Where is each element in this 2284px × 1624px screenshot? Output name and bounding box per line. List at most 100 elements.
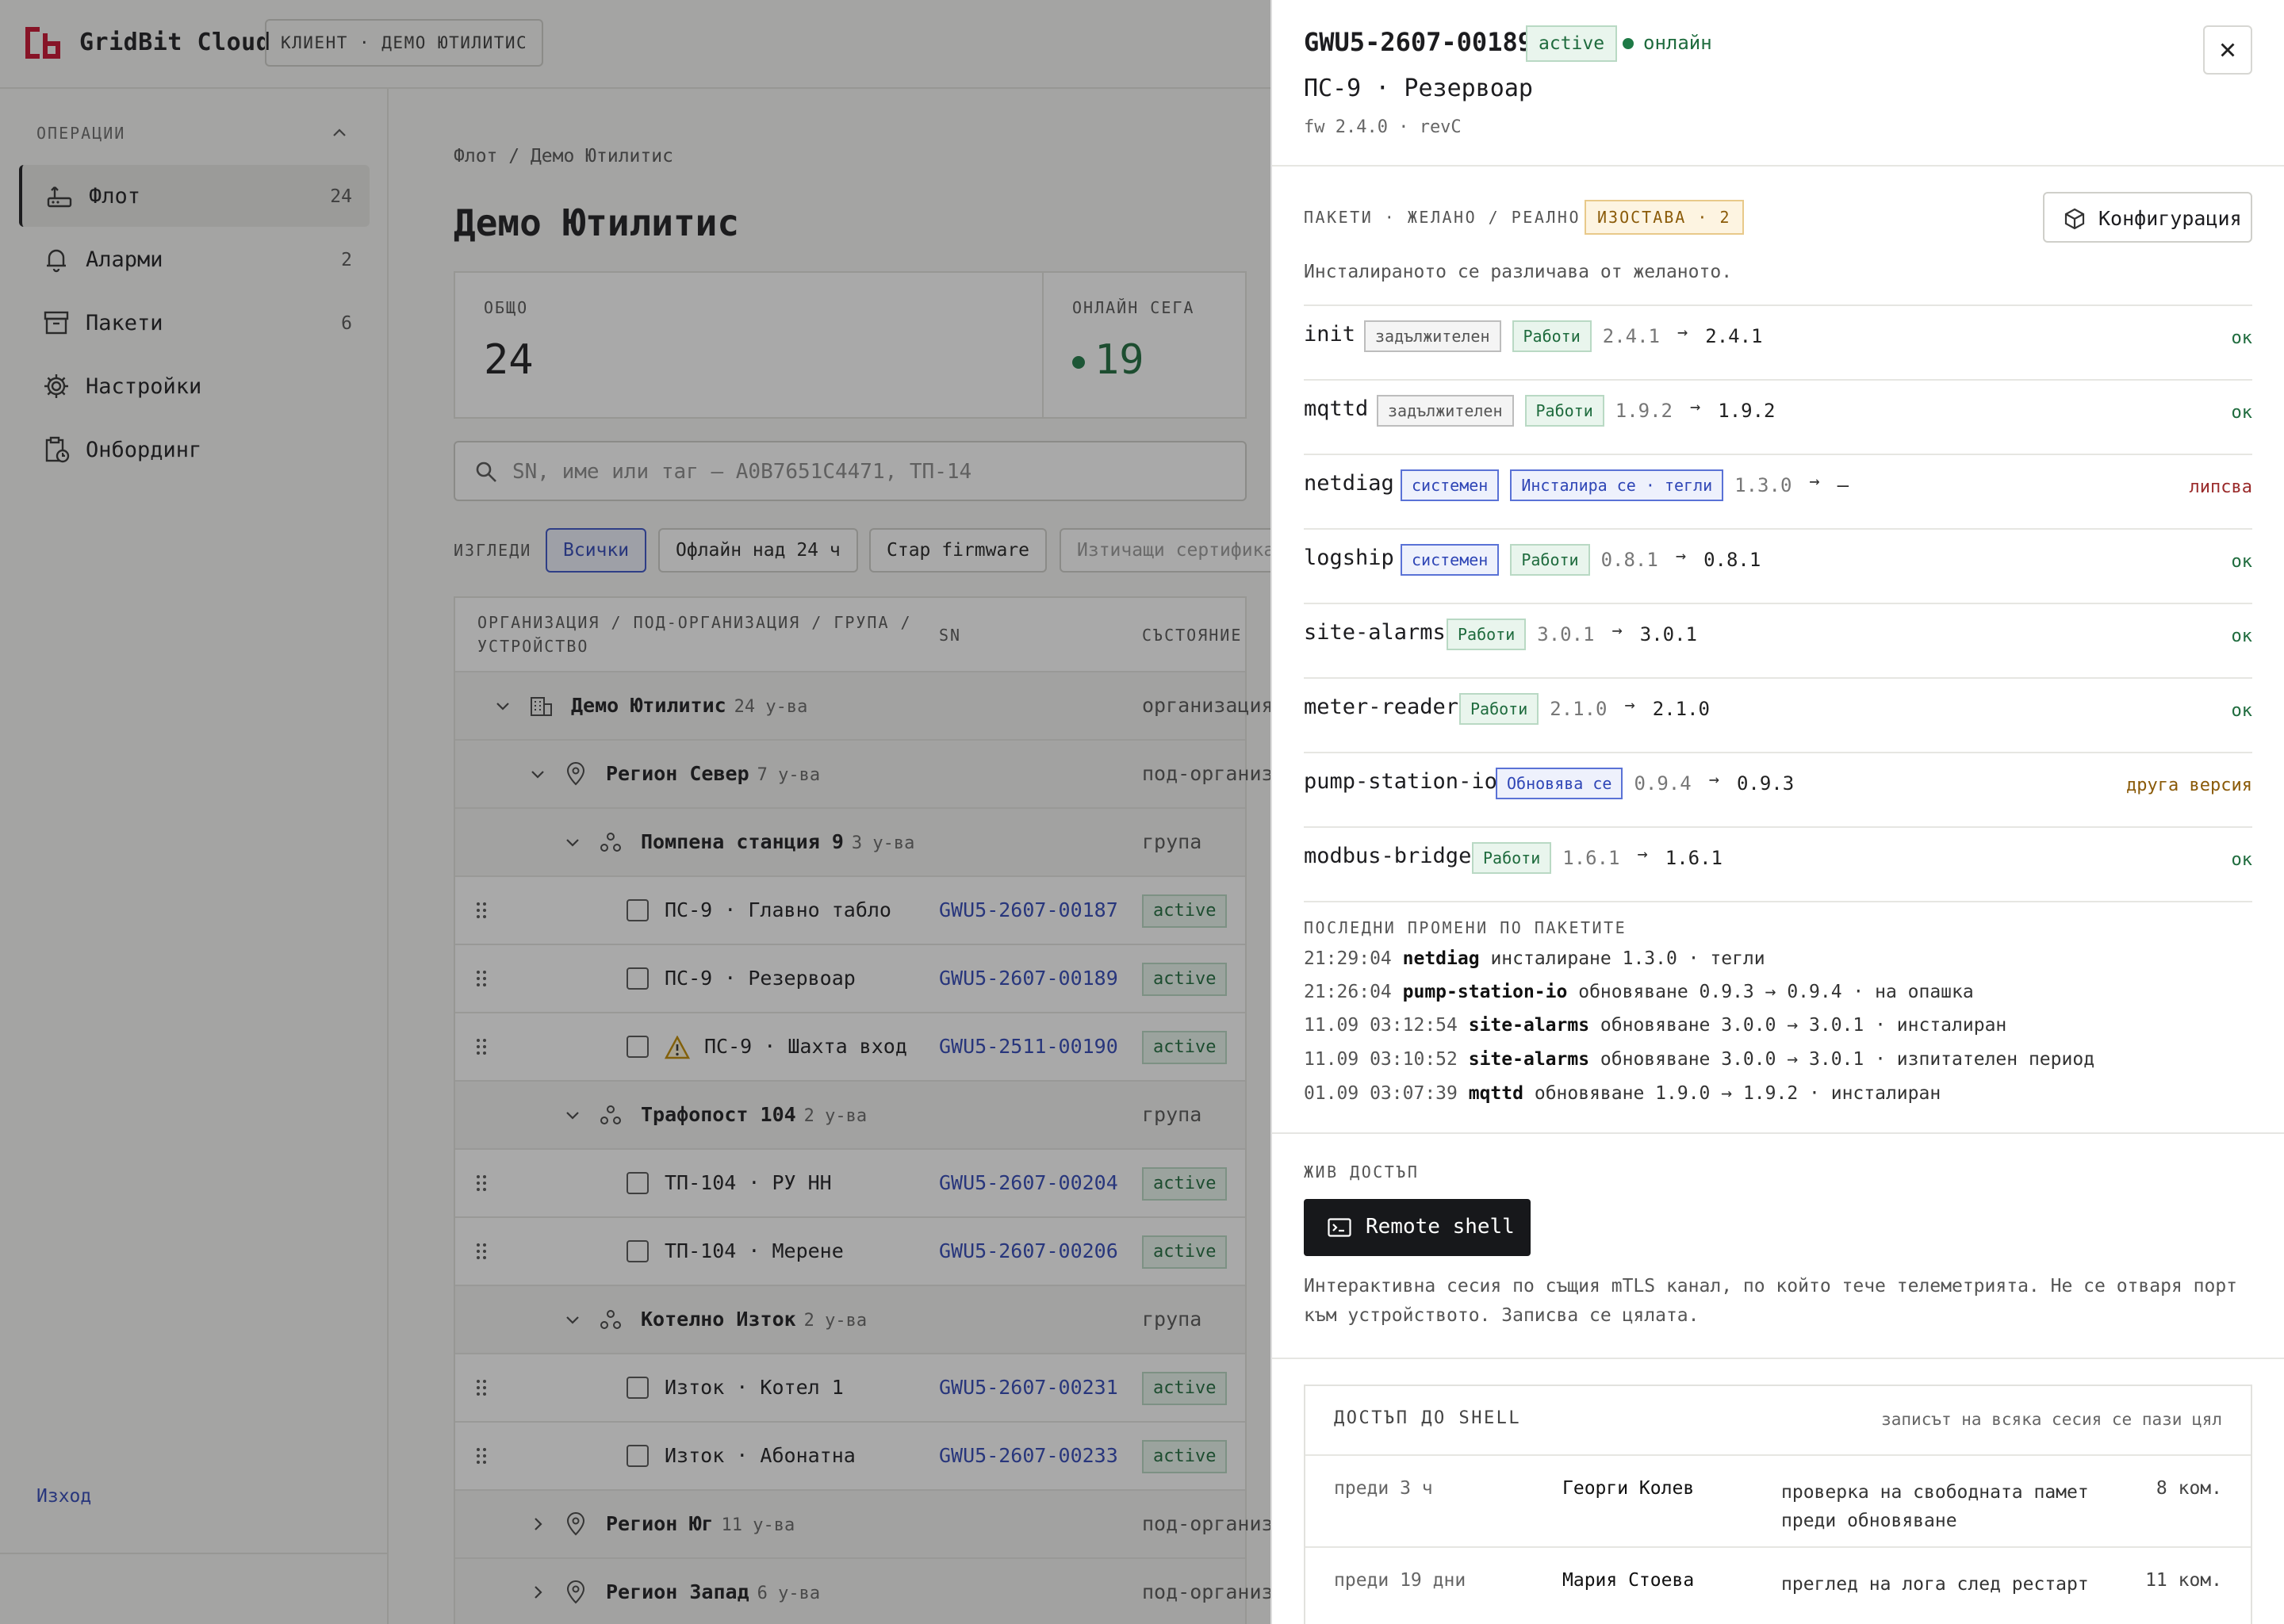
change-entry: 01.09 03:07:39 mqttd обновяване 1.9.0 → …: [1304, 1083, 1941, 1104]
session-purpose: преглед на лога след рестарт: [1781, 1574, 2089, 1595]
package-tag: Работи: [1472, 842, 1552, 874]
package-tag: Обновява се: [1496, 768, 1623, 799]
arrow-right-icon: →: [1809, 472, 1820, 492]
package-state: липсва: [2189, 477, 2252, 497]
change-time: 11.09 03:10:52: [1304, 1049, 1458, 1070]
package-row: site-alarms Работи 3.0.1 → 3.0.1 ок: [1304, 603, 2252, 677]
change-package: site-alarms: [1468, 1049, 1590, 1070]
package-tag: Работи: [1510, 544, 1590, 576]
divider: [1272, 165, 2284, 167]
actual-version: 1.9.2: [1718, 400, 1776, 422]
online-dot-icon: [1623, 38, 1634, 49]
package-state: ок: [2231, 403, 2253, 423]
divider: [1272, 1132, 2284, 1134]
package-tag: Работи: [1524, 395, 1604, 427]
drawer-device-name: ПС-9 · Резервоар: [1304, 75, 1533, 102]
change-text: обновяване 3.0.0 → 3.0.1 · инсталиран: [1600, 1015, 2007, 1036]
package-state: ок: [2231, 552, 2253, 572]
desired-version: 2.1.0: [1550, 698, 1608, 720]
package-cube-icon: [2064, 208, 2085, 230]
session-time: преди 19 дни: [1334, 1570, 1466, 1591]
desired-version: 1.6.1: [1562, 847, 1620, 869]
change-time: 11.09 03:12:54: [1304, 1015, 1458, 1036]
change-text: инсталиране 1.3.0 · тегли: [1490, 948, 1765, 969]
package-tag: системен: [1401, 544, 1500, 576]
change-text: обновяване 1.9.0 → 1.9.2 · инсталиран: [1534, 1083, 1941, 1104]
desired-version: 2.4.1: [1602, 325, 1660, 347]
shell-session-row[interactable]: преди 19 дни Мария Стоева преглед на лог…: [1305, 1546, 2251, 1624]
arrow-right-icon: →: [1677, 323, 1688, 343]
arrow-right-icon: →: [1675, 546, 1687, 566]
arrow-right-icon: →: [1624, 695, 1635, 715]
package-tags: задължителен Работи 1.9.2 → 1.9.2: [1377, 395, 1776, 430]
arrow-right-icon: →: [1611, 621, 1623, 641]
change-package: site-alarms: [1468, 1015, 1590, 1036]
change-time: 21:29:04: [1304, 948, 1392, 969]
divider: [1272, 1358, 2284, 1359]
package-row: meter-reader Работи 2.1.0 → 2.1.0 ок: [1304, 677, 2252, 752]
online-label: онлайн: [1643, 32, 1712, 54]
package-state: ок: [2231, 701, 2253, 721]
actual-version: 0.8.1: [1703, 549, 1761, 571]
package-tags: системен Работи 0.8.1 → 0.8.1: [1401, 544, 1761, 579]
remote-shell-button[interactable]: Remote shell: [1304, 1199, 1531, 1256]
drawer-device-sn: GWU5-2607-00189: [1304, 27, 1533, 57]
change-package: netdiag: [1402, 948, 1480, 969]
package-tag: задължителен: [1377, 395, 1514, 427]
actual-version: —: [1837, 474, 1849, 496]
packages-section-title: ПАКЕТИ · ЖЕЛАНО / РЕАЛНО: [1304, 208, 1581, 227]
arrow-right-icon: →: [1690, 397, 1701, 417]
actual-version: 0.9.3: [1736, 772, 1795, 795]
package-name: pump-station-io: [1304, 769, 1497, 794]
actual-version: 1.6.1: [1665, 847, 1723, 869]
shell-session-row[interactable]: преди 3 ч Георги Колев проверка на свобо…: [1305, 1454, 2251, 1546]
session-purpose: проверка на свободната памет преди обнов…: [1781, 1482, 2089, 1531]
package-tags: Работи 1.6.1 → 1.6.1: [1472, 842, 1723, 877]
change-entry: 21:29:04 netdiag инсталиране 1.3.0 · тег…: [1304, 948, 1765, 969]
package-row: logship системен Работи 0.8.1 → 0.8.1 ок: [1304, 528, 2252, 603]
change-text: обновяване 3.0.0 → 3.0.1 · изпитателен п…: [1600, 1049, 2095, 1070]
close-drawer-button[interactable]: [2203, 25, 2252, 75]
package-tag: системен: [1401, 469, 1500, 501]
package-row: netdiag системен Инсталира се · тегли 1.3.…: [1304, 454, 2252, 528]
package-name: meter-reader: [1304, 695, 1459, 719]
drawer-firmware: fw 2.4.0 · revC: [1304, 117, 1462, 137]
actual-version: 3.0.1: [1639, 623, 1697, 645]
live-access-title: ЖИВ ДОСТЪП: [1304, 1162, 1420, 1182]
shell-access-title: ДОСТЪП ДО SHELL: [1334, 1408, 1522, 1428]
modal-backdrop[interactable]: [0, 0, 1270, 1624]
desired-version: 1.3.0: [1734, 474, 1792, 496]
package-row: modbus-bridge Работи 1.6.1 → 1.6.1 ок: [1304, 826, 2252, 901]
close-icon: [2221, 43, 2235, 57]
package-tag: задължителен: [1364, 320, 1501, 352]
package-tags: Работи 3.0.1 → 3.0.1: [1447, 619, 1697, 653]
change-time: 21:26:04: [1304, 982, 1392, 1002]
package-state: друга версия: [2126, 776, 2252, 795]
desired-version: 3.0.1: [1537, 623, 1595, 645]
package-name: site-alarms: [1304, 620, 1446, 645]
change-entry: 21:26:04 pump-station-io обновяване 0.9.…: [1304, 982, 1974, 1002]
changes-section-title: ПОСЛЕДНИ ПРОМЕНИ ПО ПАКЕТИТЕ: [1304, 918, 1627, 937]
desired-version: 1.9.2: [1615, 400, 1673, 422]
desired-version: 0.8.1: [1600, 549, 1658, 571]
package-name: netdiag: [1304, 471, 1394, 496]
actual-version: 2.4.1: [1705, 325, 1763, 347]
package-tags: Обновява се 0.9.4 → 0.9.3: [1496, 768, 1794, 802]
change-entry: 11.09 03:10:52 site-alarms обновяване 3.…: [1304, 1049, 2094, 1070]
package-name: mqttd: [1304, 396, 1369, 421]
device-detail-drawer: GWU5-2607-00189 active онлайн ПС-9 · Рез…: [1270, 0, 2284, 1624]
configuration-button[interactable]: Конфигурация: [2043, 192, 2252, 243]
package-tag: Работи: [1512, 320, 1592, 352]
shell-access-note: записът на всяка сесия се пази цял: [1881, 1410, 2222, 1429]
package-state: ок: [2231, 850, 2253, 870]
arrow-right-icon: →: [1637, 845, 1648, 864]
terminal-icon: [1328, 1218, 1351, 1237]
session-command-count: 11 ком.: [2145, 1570, 2222, 1591]
package-tags: системен Инсталира се · тегли 1.3.0 → —: [1401, 469, 1849, 504]
session-user: Мария Стоева: [1562, 1570, 1695, 1591]
change-text: обновяване 0.9.3 → 0.9.4 · на опашка: [1578, 982, 1974, 1002]
configuration-button-label: Конфигурация: [2098, 207, 2242, 230]
package-tags: задължителен Работи 2.4.1 → 2.4.1: [1364, 320, 1763, 355]
package-state: ок: [2231, 328, 2253, 348]
package-row: init задължителен Работи 2.4.1 → 2.4.1 ок: [1304, 304, 2252, 379]
